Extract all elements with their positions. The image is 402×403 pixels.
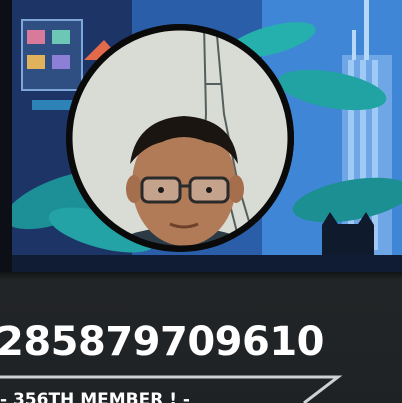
avatar bbox=[66, 24, 294, 252]
member-count: - 356TH MEMBER ! - bbox=[0, 390, 190, 403]
banner-shadow bbox=[0, 272, 402, 280]
banner-edge bbox=[0, 0, 12, 272]
welcome-card: 285879709610 - 356TH MEMBER ! - bbox=[0, 0, 402, 403]
user-id: 285879709610 bbox=[0, 319, 324, 365]
